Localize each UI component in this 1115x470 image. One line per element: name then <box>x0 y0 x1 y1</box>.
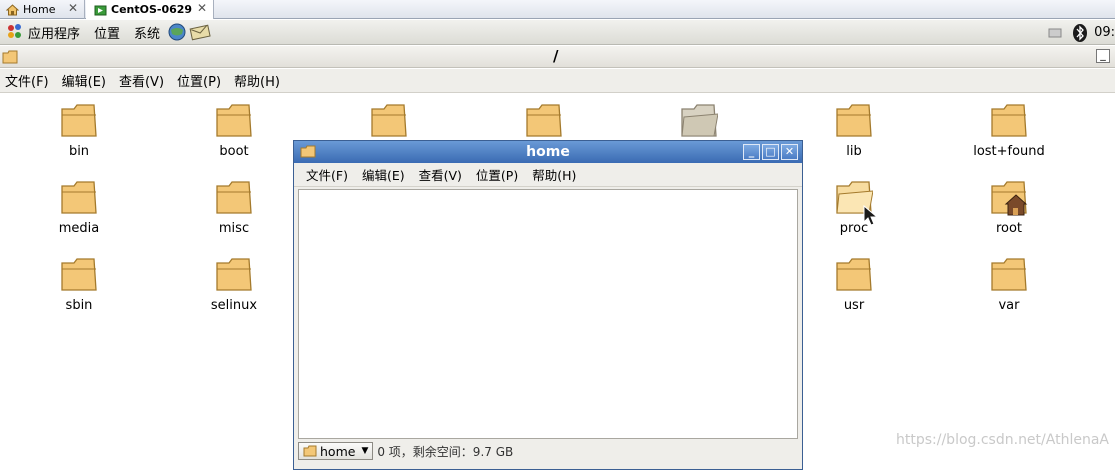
folder-item-bin[interactable]: bin <box>19 103 139 159</box>
menu-edit[interactable]: 编辑(E) <box>62 71 106 90</box>
folder-label: var <box>998 298 1020 313</box>
gnome-top-panel: 应用程序 位置 系统 09: <box>0 20 1115 45</box>
folder-label: root <box>995 221 1023 236</box>
folder-icon <box>61 181 97 214</box>
places-menu[interactable]: 位置 <box>94 23 120 42</box>
folder-item-home-open[interactable] <box>639 103 759 142</box>
folder-icon <box>836 258 872 291</box>
folder-icon <box>836 104 872 137</box>
folder-item-var[interactable]: var <box>949 257 1069 313</box>
vm-tab-strip: Home ✕ CentOS-0629 ✕ <box>0 0 1115 19</box>
home-window-content[interactable] <box>298 189 798 439</box>
folder-item-sbin[interactable]: sbin <box>19 257 139 313</box>
folder-label: boot <box>219 144 249 159</box>
bluetooth-icon[interactable] <box>1072 23 1088 43</box>
folder-item-boot[interactable]: boot <box>174 103 294 159</box>
location-title: / <box>553 47 559 65</box>
path-combo-label: home <box>320 443 356 459</box>
home-window-menubar: 文件(F) 编辑(E) 查看(V) 位置(P) 帮助(H) <box>294 163 802 187</box>
panel-tray: 09: <box>1048 20 1115 45</box>
folder-label: media <box>58 221 100 236</box>
web-browser-icon[interactable] <box>166 22 188 42</box>
mail-client-icon[interactable] <box>189 22 211 42</box>
folder-label: proc <box>839 221 869 236</box>
tab-vm-label: CentOS-0629 <box>111 3 193 16</box>
gnome-foot-icon <box>8 24 21 38</box>
tab-home-close-icon[interactable]: ✕ <box>68 1 78 15</box>
maximize-button[interactable]: □ <box>762 144 779 160</box>
tab-vm-close-icon[interactable]: ✕ <box>197 1 207 15</box>
home-icon <box>6 3 19 15</box>
network-icon <box>1048 28 1062 37</box>
folder-item-proc[interactable]: proc <box>794 180 914 236</box>
folder-label: selinux <box>210 298 258 313</box>
folder-icon <box>991 104 1027 137</box>
menu-file[interactable]: 文件(F) <box>306 165 348 184</box>
folder-label: misc <box>218 221 250 236</box>
folder-item-usr[interactable]: usr <box>794 257 914 313</box>
system-menu[interactable]: 系统 <box>134 23 160 42</box>
folder-icon <box>303 445 317 457</box>
status-text: 0 项，剩余空间：9.7 GB <box>377 444 514 459</box>
home-window: home _ □ ✕ 文件(F) 编辑(E) 查看(V) 位置(P) 帮助(H)… <box>293 140 803 470</box>
folder-item-misc[interactable]: misc <box>174 180 294 236</box>
folder-item-etc[interactable] <box>484 103 604 142</box>
menu-help[interactable]: 帮助(H) <box>234 71 280 90</box>
panel-clock[interactable]: 09: <box>1094 25 1115 40</box>
chevron-down-icon: ▼ <box>361 446 369 456</box>
folder-label: lib <box>846 144 862 159</box>
file-manager-titlebar: / _ <box>0 46 1115 68</box>
folder-item-lib[interactable]: lib <box>794 103 914 159</box>
menu-go[interactable]: 位置(P) <box>177 71 221 90</box>
main-menubar: 文件(F) 编辑(E) 查看(V) 位置(P) 帮助(H) <box>0 69 1115 93</box>
folder-item-selinux[interactable]: selinux <box>174 257 294 313</box>
folder-icon <box>526 104 562 137</box>
home-window-statusbar: home ▼ 0 项，剩余空间：9.7 GB <box>298 441 798 461</box>
folder-item-root[interactable]: root <box>949 180 1069 236</box>
folder-icon <box>216 258 252 291</box>
folder-item-media[interactable]: media <box>19 180 139 236</box>
folder-icon <box>61 258 97 291</box>
folder-home-icon <box>991 181 1028 216</box>
folder-label: lost+found <box>973 144 1045 159</box>
menu-view[interactable]: 查看(V) <box>119 71 164 90</box>
applications-menu[interactable]: 应用程序 <box>28 23 80 42</box>
close-button[interactable]: ✕ <box>781 144 798 160</box>
folder-icon <box>61 104 97 137</box>
folder-icon <box>371 104 407 137</box>
minimize-button[interactable]: _ <box>1096 49 1110 63</box>
folder-open-icon <box>681 104 719 137</box>
watermark: https://blog.csdn.net/AthlenaA <box>896 432 1109 448</box>
folder-label: usr <box>843 298 865 313</box>
tab-vm[interactable]: CentOS-0629 ✕ <box>86 0 214 19</box>
folder-icon <box>2 50 18 64</box>
tab-home-label: Home <box>23 3 56 16</box>
folder-icon <box>216 181 252 214</box>
folder-icon <box>991 258 1027 291</box>
path-combo[interactable]: home ▼ <box>298 442 374 460</box>
menu-help[interactable]: 帮助(H) <box>532 165 576 184</box>
vm-power-icon <box>94 5 107 15</box>
tab-home[interactable]: Home ✕ <box>0 0 85 19</box>
menu-edit[interactable]: 编辑(E) <box>362 165 405 184</box>
menu-view[interactable]: 查看(V) <box>419 165 462 184</box>
folder-item-dev[interactable] <box>329 103 449 142</box>
minimize-button[interactable]: _ <box>743 144 760 160</box>
folder-icon <box>216 104 252 137</box>
folder-label: bin <box>68 144 90 159</box>
mouse-cursor-icon <box>863 205 879 226</box>
folder-label: sbin <box>65 298 93 313</box>
home-window-titlebar[interactable]: home _ □ ✕ <box>294 141 802 163</box>
home-window-title: home <box>526 144 570 160</box>
menu-go[interactable]: 位置(P) <box>476 165 518 184</box>
folder-item-lost-found[interactable]: lost+found <box>949 103 1069 159</box>
menu-file[interactable]: 文件(F) <box>5 71 49 90</box>
